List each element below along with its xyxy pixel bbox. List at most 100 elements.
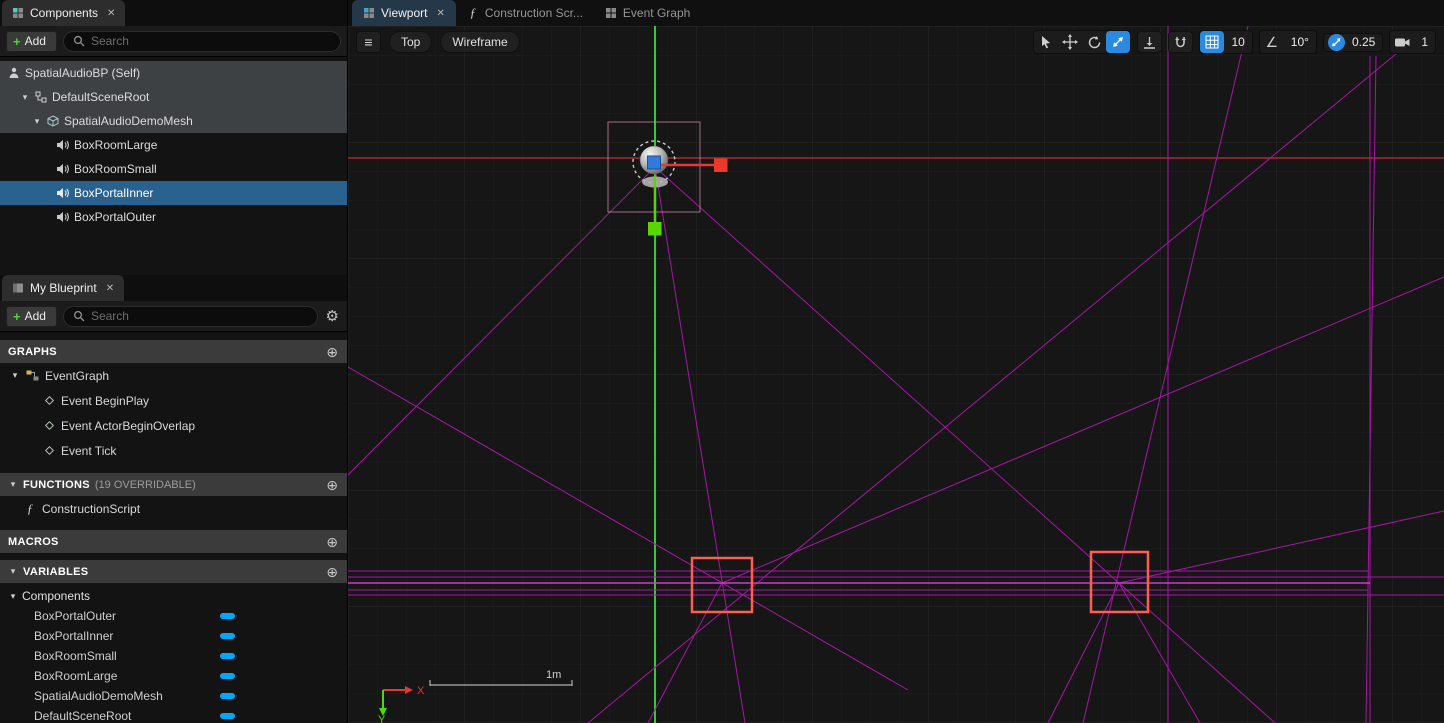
rotation-snap-button[interactable]: ∠: [1260, 31, 1284, 53]
scale-snap-value[interactable]: 0.25: [1345, 35, 1382, 49]
chevron-down-icon[interactable]: ▾: [32, 116, 42, 127]
function-icon: ƒ: [467, 5, 479, 21]
close-icon[interactable]: ✕: [106, 283, 114, 294]
camera-speed-value[interactable]: 1: [1414, 35, 1435, 49]
translate-tool-button[interactable]: [1058, 31, 1082, 53]
event-graph-tab-label: Event Graph: [623, 6, 690, 20]
scale-tool-button[interactable]: [1106, 31, 1130, 53]
variables-category-components[interactable]: ▾ Components: [0, 586, 347, 606]
document-tabbar: Viewport ✕ ƒ Construction Scr... Event G…: [348, 0, 1444, 26]
components-toolbar: + Add: [0, 26, 347, 57]
tree-row-boxroomlarge[interactable]: BoxRoomLarge: [0, 133, 347, 157]
my-blueprint-content: GRAPHS ⊕ ▾ EventGraph Event BeginPlay Ev…: [0, 332, 347, 723]
rotate-tool-button[interactable]: [1082, 31, 1106, 53]
components-search[interactable]: [63, 31, 341, 52]
graphs-header-label: GRAPHS: [8, 346, 57, 358]
tree-row-boxportalouter[interactable]: BoxPortalOuter: [0, 205, 347, 229]
graphs-section-header[interactable]: GRAPHS ⊕: [0, 340, 347, 363]
gizmo-y-handle[interactable]: [648, 222, 662, 236]
variables-section-header[interactable]: ▾ VARIABLES ⊕: [0, 560, 347, 583]
grid-major: [348, 26, 1444, 723]
variable-label: SpatialAudioDemoMesh: [34, 689, 163, 703]
actor-snap-button[interactable]: [1168, 31, 1193, 53]
construction-script-row[interactable]: ƒ ConstructionScript: [0, 496, 347, 521]
my-blueprint-tab-icon: [12, 282, 24, 294]
blueprint-editor: Components ✕ + Add SpatialAudioBP (Self): [0, 0, 1444, 723]
tab-my-blueprint[interactable]: My Blueprint ✕: [2, 275, 124, 301]
tree-row-label: SpatialAudioDemoMesh: [64, 114, 193, 128]
scale-snap-button[interactable]: [1328, 34, 1345, 51]
variable-row-boxroomlarge[interactable]: BoxRoomLarge: [0, 666, 347, 686]
variable-row-boxroomsmall[interactable]: BoxRoomSmall: [0, 646, 347, 666]
tab-event-graph[interactable]: Event Graph: [594, 0, 701, 26]
gizmo-x-handle[interactable]: [714, 159, 728, 173]
chevron-down-icon[interactable]: ▾: [8, 591, 18, 602]
select-tool-button[interactable]: [1034, 31, 1058, 53]
tree-row-label: DefaultSceneRoot: [52, 90, 149, 104]
add-variable-icon[interactable]: ⊕: [326, 565, 338, 579]
my-blueprint-search[interactable]: [63, 306, 318, 327]
variable-row-spatialaudiodemomesh[interactable]: SpatialAudioDemoMesh: [0, 686, 347, 706]
tab-construction-script[interactable]: ƒ Construction Scr...: [456, 0, 594, 26]
view-mode-button[interactable]: Top: [389, 31, 432, 53]
chevron-down-icon[interactable]: ▾: [8, 566, 18, 577]
close-icon[interactable]: ✕: [436, 8, 444, 19]
angle-icon: ∠: [1266, 34, 1279, 51]
event-actorbeginoverlap-row[interactable]: Event ActorBeginOverlap: [0, 413, 347, 438]
variable-type-pill: [220, 673, 235, 679]
grid-snap-group: 10: [1199, 30, 1252, 54]
camera-speed-button[interactable]: [1390, 31, 1414, 53]
event-node-icon: [44, 395, 55, 406]
event-label: Event Tick: [61, 444, 116, 458]
add-function-icon[interactable]: ⊕: [326, 478, 338, 492]
variable-row-boxportalouter[interactable]: BoxPortalOuter: [0, 606, 347, 626]
view-mode-label: Top: [401, 35, 420, 49]
event-tick-row[interactable]: Event Tick: [0, 438, 347, 463]
components-tabbar: Components ✕: [0, 0, 347, 26]
grid-snap-value[interactable]: 10: [1224, 35, 1251, 49]
viewport-options-button[interactable]: ≡: [356, 31, 381, 53]
tree-row-root[interactable]: SpatialAudioBP (Self): [0, 61, 347, 85]
chevron-down-icon[interactable]: ▾: [10, 370, 20, 381]
tab-components[interactable]: Components ✕: [2, 0, 125, 26]
mini-axis-y-label: Y: [378, 714, 386, 723]
tree-row-boxroomsmall[interactable]: BoxRoomSmall: [0, 157, 347, 181]
tab-viewport[interactable]: Viewport ✕: [352, 0, 456, 26]
variable-type-pill: [220, 653, 235, 659]
add-blueprint-item-button[interactable]: + Add: [6, 306, 57, 327]
render-mode-button[interactable]: Wireframe: [440, 31, 519, 53]
variable-row-boxportalinner[interactable]: BoxPortalInner: [0, 626, 347, 646]
components-tab-icon: [12, 7, 24, 19]
surface-snap-button[interactable]: [1137, 31, 1162, 53]
rotation-snap-value[interactable]: 10°: [1284, 35, 1316, 49]
my-blueprint-panel: My Blueprint ✕ + Add ⚙ GRAPHS ⊕: [0, 275, 347, 723]
variable-label: DefaultSceneRoot: [34, 709, 131, 723]
camera-speed-group: 1: [1389, 30, 1436, 54]
macros-section-header[interactable]: MACROS ⊕: [0, 530, 347, 553]
event-beginplay-row[interactable]: Event BeginPlay: [0, 388, 347, 413]
chevron-down-icon[interactable]: ▾: [8, 479, 18, 490]
scale-snap-group: 0.25: [1323, 33, 1383, 52]
tree-row-scene-root[interactable]: ▾ DefaultSceneRoot: [0, 85, 347, 109]
surface-snap-icon: [1142, 35, 1157, 50]
gizmo-xy-handle[interactable]: [648, 156, 661, 169]
my-blueprint-search-input[interactable]: [91, 309, 308, 323]
close-icon[interactable]: ✕: [107, 8, 115, 19]
add-graph-icon[interactable]: ⊕: [326, 345, 338, 359]
add-component-button[interactable]: + Add: [6, 31, 57, 52]
add-macro-icon[interactable]: ⊕: [326, 535, 338, 549]
audio-component-icon: [56, 187, 69, 199]
gear-icon[interactable]: ⚙: [324, 309, 341, 324]
components-search-input[interactable]: [91, 34, 331, 48]
chevron-down-icon[interactable]: ▾: [20, 92, 30, 103]
functions-section-header[interactable]: ▾ FUNCTIONS (19 OVERRIDABLE) ⊕: [0, 473, 347, 496]
event-graph-row[interactable]: ▾ EventGraph: [0, 363, 347, 388]
tree-row-label: SpatialAudioBP (Self): [25, 66, 140, 80]
viewport-canvas[interactable]: 1m X Y ≡ Top Wireframe: [348, 26, 1444, 723]
grid-snap-button[interactable]: [1200, 31, 1224, 53]
variable-row-defaultsceneroot[interactable]: DefaultSceneRoot: [0, 706, 347, 723]
tree-row-boxportalinner-selected[interactable]: BoxPortalInner: [0, 181, 347, 205]
tree-row-label: BoxRoomSmall: [74, 162, 157, 176]
tree-row-mesh[interactable]: ▾ SpatialAudioDemoMesh: [0, 109, 347, 133]
grid-icon: [1205, 35, 1219, 49]
